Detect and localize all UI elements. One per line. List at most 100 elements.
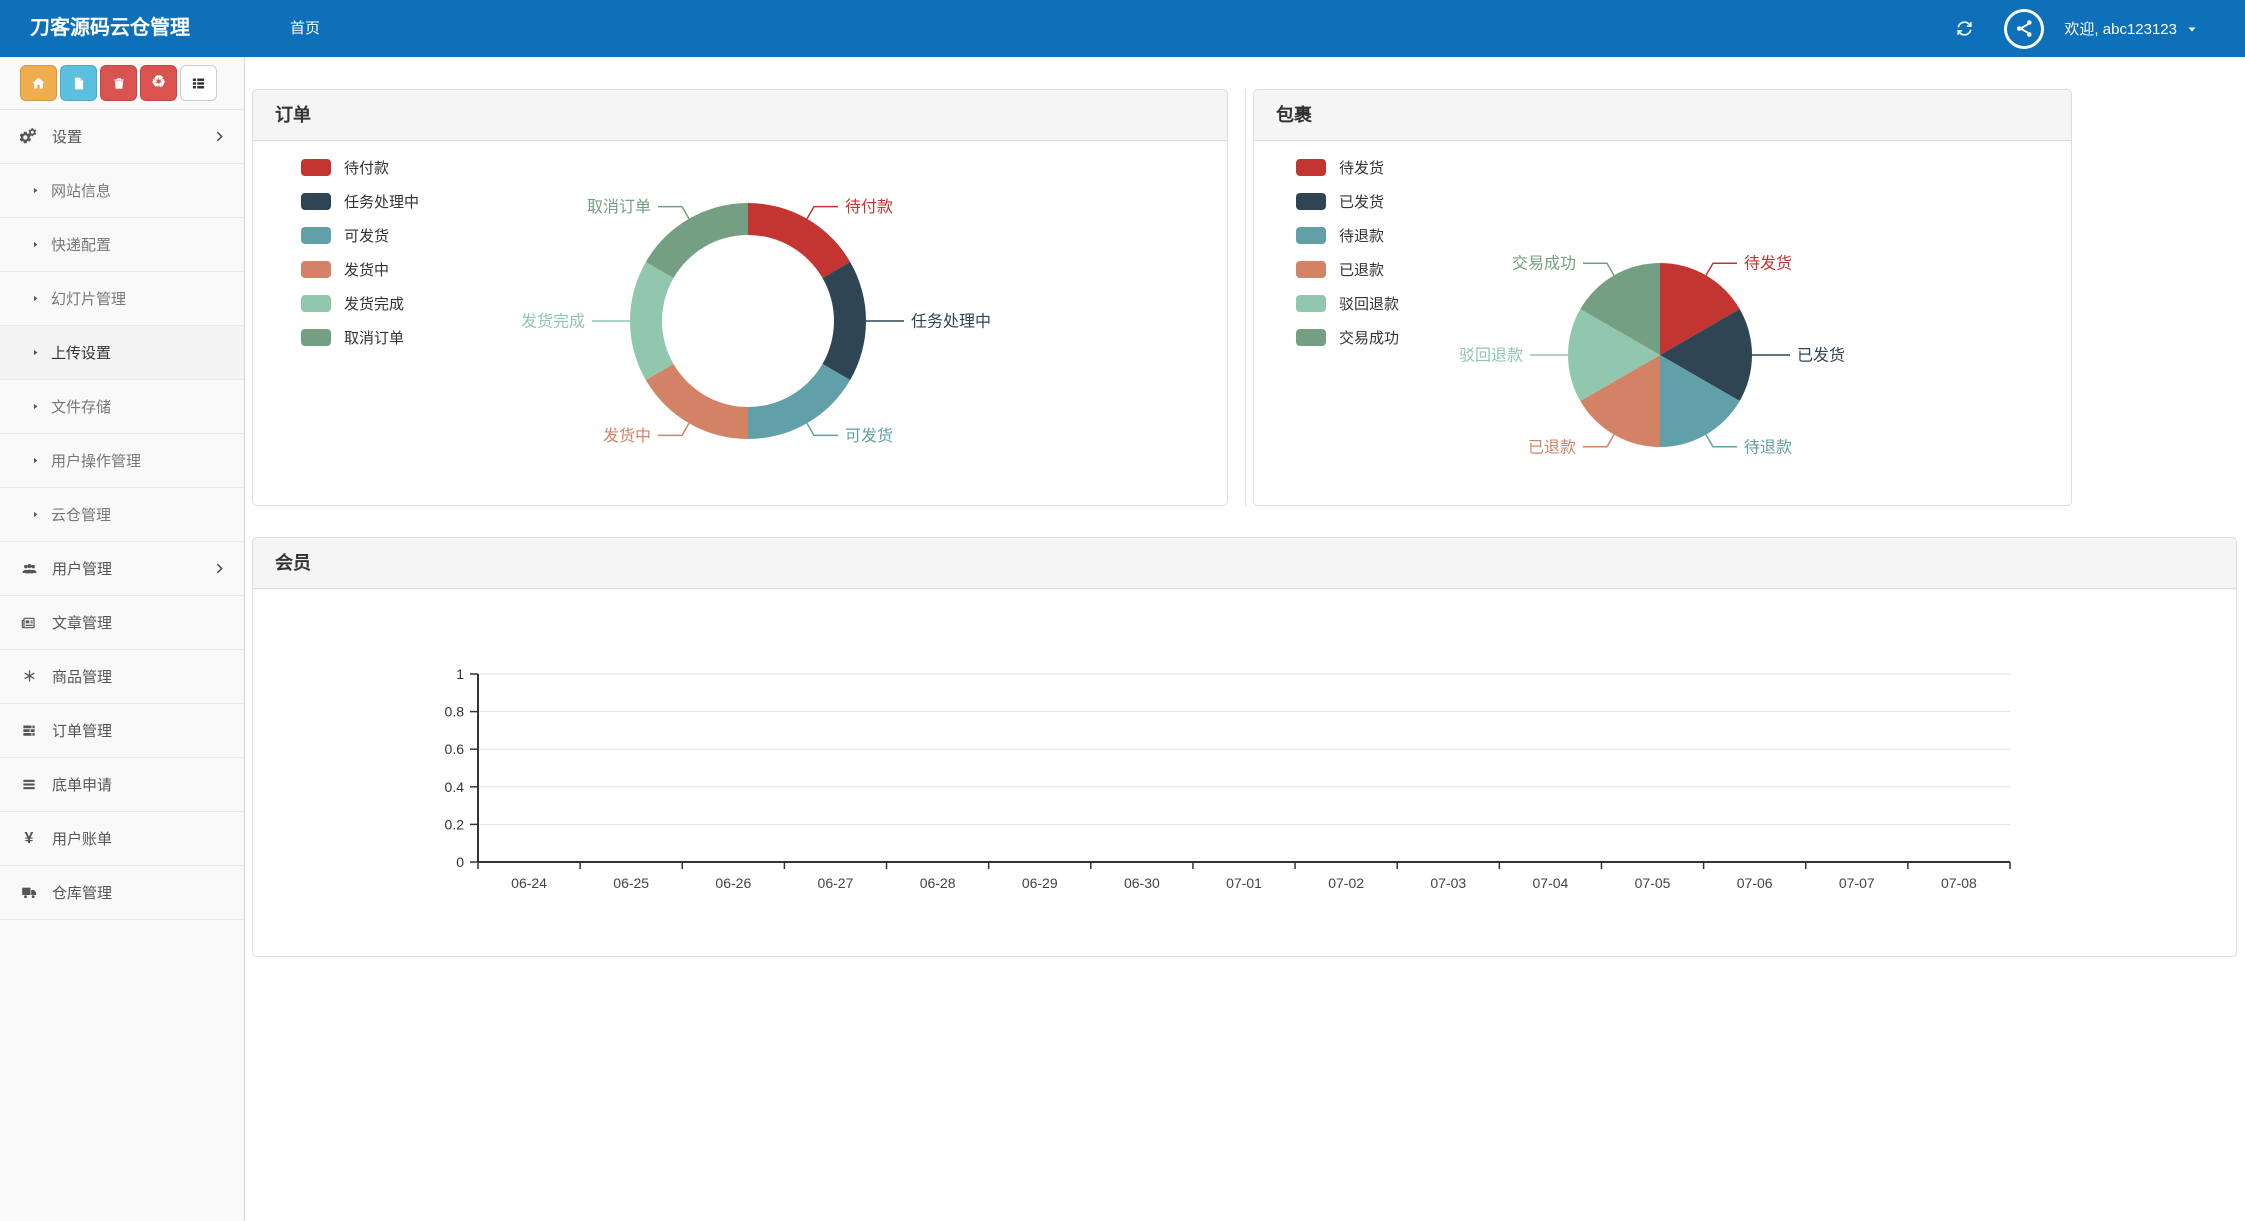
sidebar-item-express-config[interactable]: 快递配置: [0, 218, 244, 272]
orders-card-body: 待付款任务处理中可发货发货中发货完成取消订单 待付款任务处理中可发货发货中发货完…: [253, 141, 1227, 505]
asterisk-icon: [14, 669, 44, 684]
pie-slice-4[interactable]: [630, 262, 674, 380]
sidebar-item-label: 仓库管理: [52, 882, 112, 903]
sidebar-item-settings[interactable]: 设置: [0, 110, 244, 164]
x-axis-label: 07-08: [1941, 875, 1977, 891]
legend-item[interactable]: 可发货: [301, 225, 419, 246]
caret-right-icon: [31, 402, 40, 411]
members-card: 会员 00.20.40.60.8106-2406-2506-2606-2706-…: [252, 537, 2237, 957]
legend-swatch: [301, 193, 331, 210]
legend-item[interactable]: 已退款: [1296, 259, 1399, 280]
x-axis-label: 06-30: [1124, 875, 1160, 891]
sidebar-item-order-manage[interactable]: 订单管理: [0, 704, 244, 758]
sidebar-item-label: 底单申请: [52, 774, 112, 795]
pie-label: 已发货: [1797, 347, 1845, 365]
refresh-icon: [1955, 19, 1974, 38]
sidebar-item-cloud-warehouse[interactable]: 云仓管理: [0, 488, 244, 542]
th-list-button[interactable]: [180, 65, 217, 101]
pie-label: 发货中: [603, 427, 651, 445]
orders-card-header: 订单: [253, 90, 1227, 141]
cogs-icon: [14, 128, 44, 146]
sidebar-item-label: 设置: [52, 126, 82, 147]
legend-swatch: [301, 295, 331, 312]
legend-item[interactable]: 待付款: [301, 157, 419, 178]
refresh-button[interactable]: [1945, 13, 1984, 44]
caret-right-icon: [31, 240, 40, 249]
legend-item[interactable]: 待退款: [1296, 225, 1399, 246]
navbar-right: 欢迎, abc123123: [1945, 0, 2198, 57]
sidebar-item-label: 文章管理: [52, 612, 112, 633]
share-nodes-icon: [2013, 17, 2036, 40]
legend-swatch: [1296, 227, 1326, 244]
sidebar-item-article-manage[interactable]: 文章管理: [0, 596, 244, 650]
sidebar-item-slides-manage[interactable]: 幻灯片管理: [0, 272, 244, 326]
legend-label: 任务处理中: [344, 191, 419, 212]
recycle-button[interactable]: ♻: [140, 65, 177, 101]
pie-slice-5[interactable]: [646, 203, 748, 278]
avatar[interactable]: [2004, 9, 2044, 49]
sidebar-item-label: 用户管理: [52, 558, 112, 579]
legend-swatch: [1296, 295, 1326, 312]
pie-label: 发货完成: [521, 313, 585, 331]
column-divider: [1245, 89, 1246, 506]
legend-swatch: [301, 159, 331, 176]
sidebar-item-site-info[interactable]: 网站信息: [0, 164, 244, 218]
pie-label-line: [1583, 263, 1614, 275]
trash-button[interactable]: [100, 65, 137, 101]
x-axis-label: 06-29: [1022, 875, 1058, 891]
user-dropdown[interactable]: 欢迎, abc123123: [2064, 18, 2198, 39]
pie-slice-1[interactable]: [822, 262, 866, 380]
y-axis-label: 0.8: [445, 704, 465, 720]
sidebar-item-receipt-apply[interactable]: 底单申请: [0, 758, 244, 812]
pie-label-line: [1706, 263, 1737, 275]
legend-label: 待退款: [1339, 225, 1384, 246]
recycle-icon: ♻: [151, 75, 165, 91]
x-axis-label: 06-24: [511, 875, 547, 891]
pie-label: 待发货: [1744, 255, 1792, 273]
file-button[interactable]: [60, 65, 97, 101]
yen-icon: ¥: [14, 831, 44, 847]
sidebar-item-warehouse-manage[interactable]: 仓库管理: [0, 866, 244, 920]
legend-item[interactable]: 发货中: [301, 259, 419, 280]
legend-item[interactable]: 发货完成: [301, 293, 419, 314]
app-root: 刀客源码云仓管理 首页 欢迎, abc123123 ♻ 设置网站信息快递配置幻灯…: [0, 0, 2245, 1221]
users-icon: [14, 561, 44, 577]
truck-icon: [14, 885, 44, 901]
caret-right-icon: [31, 294, 40, 303]
legend-swatch: [1296, 159, 1326, 176]
legend-item[interactable]: 驳回退款: [1296, 293, 1399, 314]
legend-label: 发货完成: [344, 293, 404, 314]
legend-item[interactable]: 已发货: [1296, 191, 1399, 212]
x-axis-label: 07-07: [1839, 875, 1875, 891]
legend-label: 交易成功: [1339, 327, 1399, 348]
brand-title[interactable]: 刀客源码云仓管理: [30, 0, 190, 57]
x-axis-label: 06-27: [818, 875, 854, 891]
sidebar-item-user-ops-manage[interactable]: 用户操作管理: [0, 434, 244, 488]
sidebar-item-user-manage[interactable]: 用户管理: [0, 542, 244, 596]
legend-item[interactable]: 任务处理中: [301, 191, 419, 212]
sidebar-item-file-storage[interactable]: 文件存储: [0, 380, 244, 434]
pie-slice-0[interactable]: [748, 203, 850, 278]
y-axis-label: 1: [456, 666, 464, 682]
sidebar-item-label: 云仓管理: [51, 504, 111, 525]
x-axis-label: 07-01: [1226, 875, 1262, 891]
trash-icon: [112, 76, 126, 91]
legend-label: 待付款: [344, 157, 389, 178]
x-axis-label: 07-03: [1430, 875, 1466, 891]
pie-slice-3[interactable]: [646, 364, 748, 439]
home-button[interactable]: [20, 65, 57, 101]
x-axis-label: 07-05: [1635, 875, 1671, 891]
sidebar-item-label: 网站信息: [51, 180, 111, 201]
legend-item[interactable]: 交易成功: [1296, 327, 1399, 348]
pie-slice-2[interactable]: [748, 364, 850, 439]
caret-right-icon: [31, 186, 40, 195]
sidebar-item-label: 用户账单: [52, 828, 112, 849]
sidebar-item-goods-manage[interactable]: 商品管理: [0, 650, 244, 704]
th-list-icon: [191, 76, 206, 91]
pie-label: 交易成功: [1512, 255, 1576, 273]
sidebar-item-upload-settings[interactable]: 上传设置: [0, 326, 244, 380]
sidebar-item-user-bills[interactable]: ¥ 用户账单: [0, 812, 244, 866]
legend-item[interactable]: 待发货: [1296, 157, 1399, 178]
legend-item[interactable]: 取消订单: [301, 327, 419, 348]
nav-item-home[interactable]: 首页: [262, 0, 348, 57]
